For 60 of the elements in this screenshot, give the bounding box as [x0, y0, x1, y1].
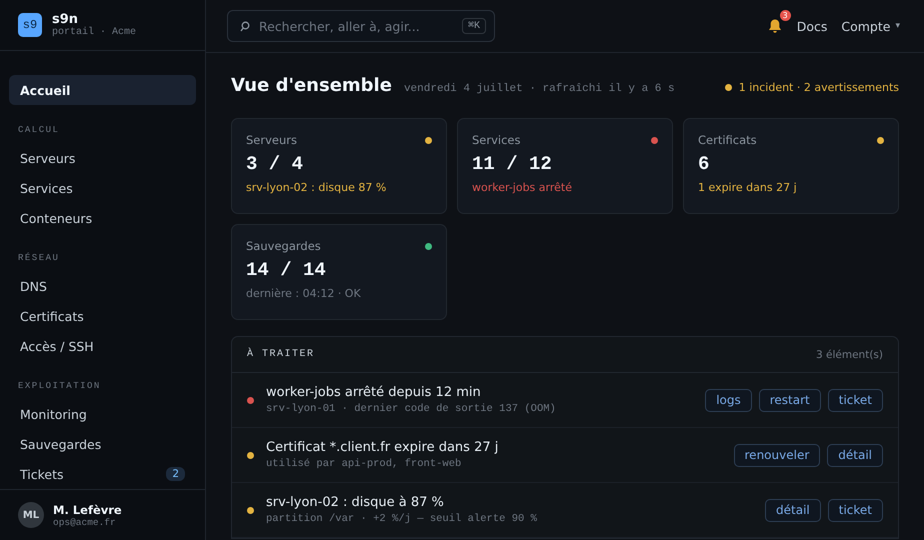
sidebar-item[interactable]: Certificats: [9, 301, 196, 331]
stat-value: 14 / 14: [246, 259, 327, 281]
sidebar-item[interactable]: Services: [9, 173, 196, 203]
docs-link[interactable]: Docs: [796, 18, 828, 34]
page-title: Vue d'ensemble: [231, 75, 392, 96]
item-count: 3 élément(s): [816, 348, 883, 360]
sidebar-item[interactable]: Accueil: [9, 75, 196, 105]
action-button[interactable]: détail: [827, 444, 883, 466]
task-detail: utilisé par api-prod, front-web: [266, 458, 462, 470]
count-badge: 2: [166, 467, 185, 481]
page-subtitle: vendredi 4 juillet · rafraîchi il y a 6 s: [404, 83, 675, 95]
stat-value: 6: [698, 153, 710, 175]
user-name: M. Lefèvre: [53, 502, 122, 516]
account-menu[interactable]: Compte ▾: [841, 18, 900, 34]
sidebar-item[interactable]: Tickets 2: [9, 459, 196, 489]
action-button[interactable]: logs: [705, 388, 752, 412]
task-title: worker-jobs arrêté depuis 12 min: [266, 385, 482, 400]
stat-label: Sauvegardes: [246, 239, 321, 253]
task-title: srv-lyon-02 : disque à 87 %: [266, 495, 445, 510]
brand-name: s9n: [52, 12, 78, 27]
task-detail: partition /var · +2 %/j — seuil alerte 90 %: [266, 513, 538, 525]
shortcut-key: ⌘K: [462, 18, 486, 34]
stat-note: dernière : 04:12 · OK: [246, 287, 362, 300]
brand-subtitle: portail · Acme: [52, 27, 136, 38]
stat-label: Certificats: [698, 133, 757, 147]
search-icon: [240, 20, 250, 32]
bell-icon[interactable]: [766, 18, 783, 34]
sidebar-item[interactable]: Serveurs: [9, 143, 196, 173]
alert-summary: 1 incident · 2 avertissements: [738, 81, 899, 94]
action-button[interactable]: ticket: [828, 498, 883, 522]
section-title: CALCUL: [17, 124, 60, 137]
action-button[interactable]: renouveler: [734, 444, 820, 466]
notification-badge: 3: [780, 10, 791, 21]
stat-note: srv-lyon-02 : disque 87 %: [246, 181, 388, 194]
search-input[interactable]: Rechercher, aller à, agir...: [257, 18, 455, 34]
task-title: Certificat *.client.fr expire dans 27 j: [266, 440, 500, 455]
sidebar-item[interactable]: Accès / SSH: [9, 331, 196, 361]
search-field[interactable]: Rechercher, aller à, agir... ⌘K: [227, 10, 495, 42]
action-button[interactable]: ticket: [828, 388, 883, 412]
stat-label: Serveurs: [246, 133, 297, 147]
sidebar-item-label: Tickets: [20, 466, 64, 482]
action-button[interactable]: détail: [765, 498, 821, 522]
sidebar-item[interactable]: Sauvegardes: [9, 429, 196, 459]
sidebar-item[interactable]: Conteneurs: [9, 203, 196, 233]
section-title: RÉSEAU: [17, 252, 60, 265]
logo: s9: [18, 13, 42, 37]
task-detail: srv-lyon-01 · dernier code de sortie 137 (OOM): [266, 403, 557, 415]
stat-label: Services: [472, 133, 520, 147]
stat-note: worker-jobs arrêté: [472, 181, 573, 194]
panel-title: À TRAITER: [247, 349, 315, 360]
user-email: ops@acme.fr: [53, 516, 117, 528]
avatar: ML: [18, 502, 44, 528]
stat-value: 3 / 4: [246, 153, 304, 175]
stat-note: 1 expire dans 27 j: [698, 181, 798, 194]
sidebar-item[interactable]: DNS: [9, 271, 196, 301]
section-title: EXPLOITATION: [17, 380, 102, 393]
status-dot: [724, 84, 732, 91]
sidebar-item[interactable]: Monitoring: [9, 399, 196, 429]
stat-value: 11 / 12: [472, 153, 553, 175]
action-button[interactable]: restart: [758, 388, 821, 412]
